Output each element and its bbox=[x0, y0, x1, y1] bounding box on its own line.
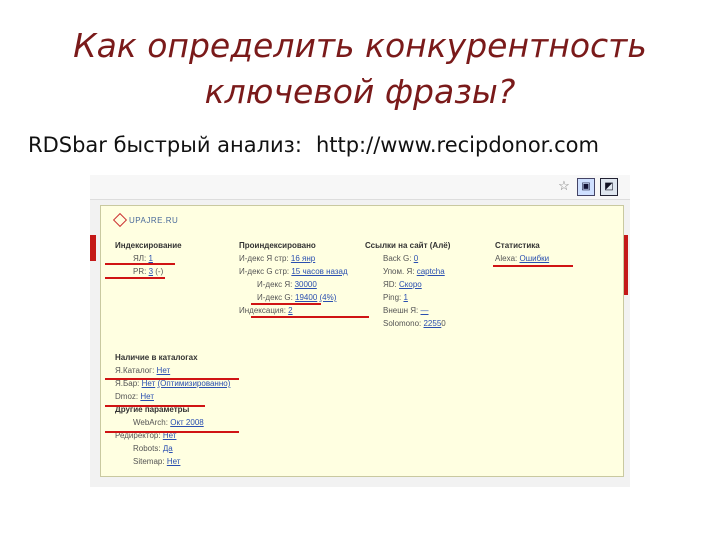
subtitle-url[interactable]: http://www.recipdonor.com bbox=[316, 133, 599, 157]
stats-row: Alexa: Ошибки bbox=[495, 254, 550, 263]
links-heading-link[interactable]: (Алё) bbox=[430, 241, 451, 250]
site-name[interactable]: UPAJRE.RU bbox=[129, 216, 178, 225]
browser-toolbar: ☆ ▣ ◩ bbox=[90, 175, 630, 200]
links-row: Упом. Я: captcha bbox=[383, 267, 445, 276]
bookmark-icon[interactable]: ▣ bbox=[577, 178, 595, 196]
links-row: Solomono: 22550 bbox=[383, 319, 446, 328]
highlight-underline bbox=[105, 405, 205, 407]
highlight-underline bbox=[105, 378, 239, 380]
site-logo-icon bbox=[112, 212, 128, 228]
indexed-row: И-декс G стр: 15 часов назад bbox=[239, 267, 348, 276]
indexed-heading: Проиндексировано bbox=[239, 241, 316, 250]
links-row: Внешн Я: — bbox=[383, 306, 429, 315]
catalog-row: Я.Каталог: Нет bbox=[115, 366, 171, 375]
other-row: WebArch: Окт 2008 bbox=[133, 418, 204, 427]
links-row: ЯD: Скоро bbox=[383, 280, 422, 289]
slide-title-line2: ключевой фразы? bbox=[204, 72, 516, 111]
site-logo: UPAJRE.RU bbox=[112, 212, 178, 228]
subtitle-label: RDSbar быстрый анализ: bbox=[28, 133, 302, 157]
highlight-underline bbox=[251, 316, 369, 318]
highlight-underline bbox=[251, 303, 321, 305]
catalogs-section: Наличие в каталогах Я.Каталог: Нет Я.Бар… bbox=[115, 351, 230, 468]
rdsbar-popup: UPAJRE.RU Индексирование ЯЛ: 1 PR: 3 (-)… bbox=[100, 205, 624, 477]
highlight-underline bbox=[105, 263, 175, 265]
other-row: Sitemap: Нет bbox=[133, 457, 181, 466]
links-row: Ping: 1 bbox=[383, 293, 408, 302]
links-row: Back G: 0 bbox=[383, 254, 419, 263]
indexing-section: Индексирование ЯЛ: 1 PR: 3 (-) bbox=[115, 239, 182, 278]
stats-section: Статистика Alexa: Ошибки bbox=[495, 239, 549, 265]
highlight-underline bbox=[493, 265, 573, 267]
indexed-section: Проиндексировано И-декс Я стр: 16 янр И-… bbox=[239, 239, 348, 317]
catalog-row: Dmoz: Нет bbox=[115, 392, 154, 401]
other-row: Robots: Да bbox=[133, 444, 173, 453]
rds-icon[interactable]: ◩ bbox=[600, 178, 618, 196]
slide-subtitle: RDSbar быстрый анализ: http://www.recipdo… bbox=[28, 133, 599, 157]
links-heading: Ссылки на сайт (Алё) bbox=[365, 241, 451, 250]
indexed-row: И-декс Я: 30000 bbox=[257, 280, 317, 289]
highlight-underline bbox=[105, 431, 239, 433]
catalogs-heading: Наличие в каталогах bbox=[115, 353, 198, 362]
browser-screenshot: ☆ ▣ ◩ UPAJRE.RU Индексирование ЯЛ: 1 PR:… bbox=[90, 175, 630, 487]
slide-title-line1: Как определить конкурентность bbox=[73, 26, 647, 65]
indexed-row: И-декс Я стр: 16 янр bbox=[239, 254, 316, 263]
stats-heading: Статистика bbox=[495, 241, 540, 250]
links-section: Ссылки на сайт (Алё) Back G: 0 Упом. Я: … bbox=[365, 239, 450, 330]
page-background-strip bbox=[90, 235, 96, 261]
highlight-underline bbox=[105, 277, 165, 279]
indexing-heading: Индексирование bbox=[115, 241, 182, 250]
star-icon[interactable]: ☆ bbox=[556, 178, 572, 194]
